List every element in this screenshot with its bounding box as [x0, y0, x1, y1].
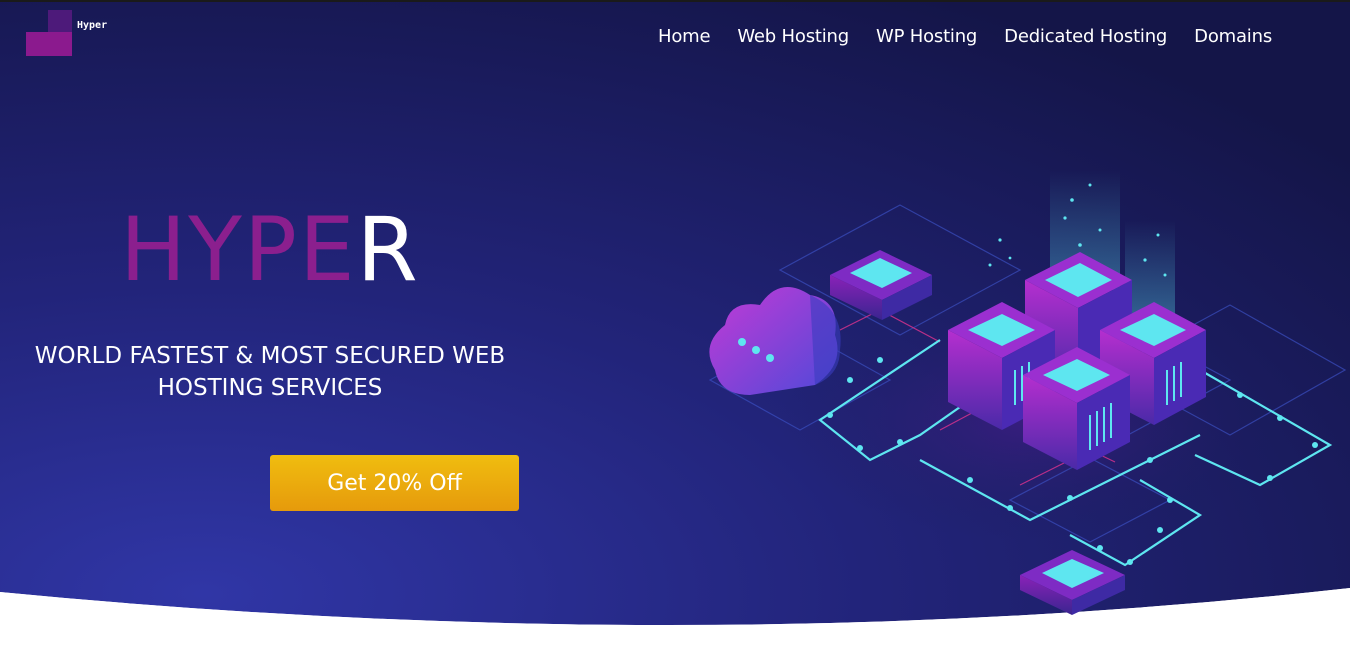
get-discount-button[interactable]: Get 20% Off — [270, 455, 519, 511]
hero-subtitle-line-1: WORLD FASTEST & MOST SECURED WEB — [34, 343, 506, 369]
hero-section: Hyper Home Web Hosting WP Hosting Dedica… — [0, 0, 1350, 659]
hero-subtitle-line-2: HOSTING SERVICES — [157, 375, 383, 401]
hero-title: HYPER — [120, 206, 420, 294]
top-border — [0, 0, 1350, 2]
logo-square-top — [48, 10, 72, 32]
server-network-illustration — [708, 170, 1347, 615]
nav-domains[interactable]: Domains — [1194, 26, 1272, 47]
hero-title-last-letter: R — [356, 198, 420, 301]
server-chip-bottom — [1020, 550, 1125, 615]
server-chip-small — [830, 250, 932, 320]
nav-home[interactable]: Home — [658, 26, 711, 47]
landing-page: Hyper Home Web Hosting WP Hosting Dedica… — [0, 0, 1350, 659]
nav-wp-hosting[interactable]: WP Hosting — [876, 26, 977, 47]
hero-subtitle: WORLD FASTEST & MOST SECURED WEB HOSTING… — [20, 340, 520, 404]
brand-logo[interactable]: Hyper — [26, 10, 136, 58]
hero-title-main: HYPE — [120, 198, 357, 301]
main-nav: Home Web Hosting WP Hosting Dedicated Ho… — [658, 26, 1272, 47]
cloud-icon — [709, 287, 841, 395]
brand-name: Hyper — [77, 20, 108, 31]
logo-square-bottom — [26, 32, 72, 56]
nav-web-hosting[interactable]: Web Hosting — [737, 26, 849, 47]
nav-dedicated-hosting[interactable]: Dedicated Hosting — [1004, 26, 1167, 47]
